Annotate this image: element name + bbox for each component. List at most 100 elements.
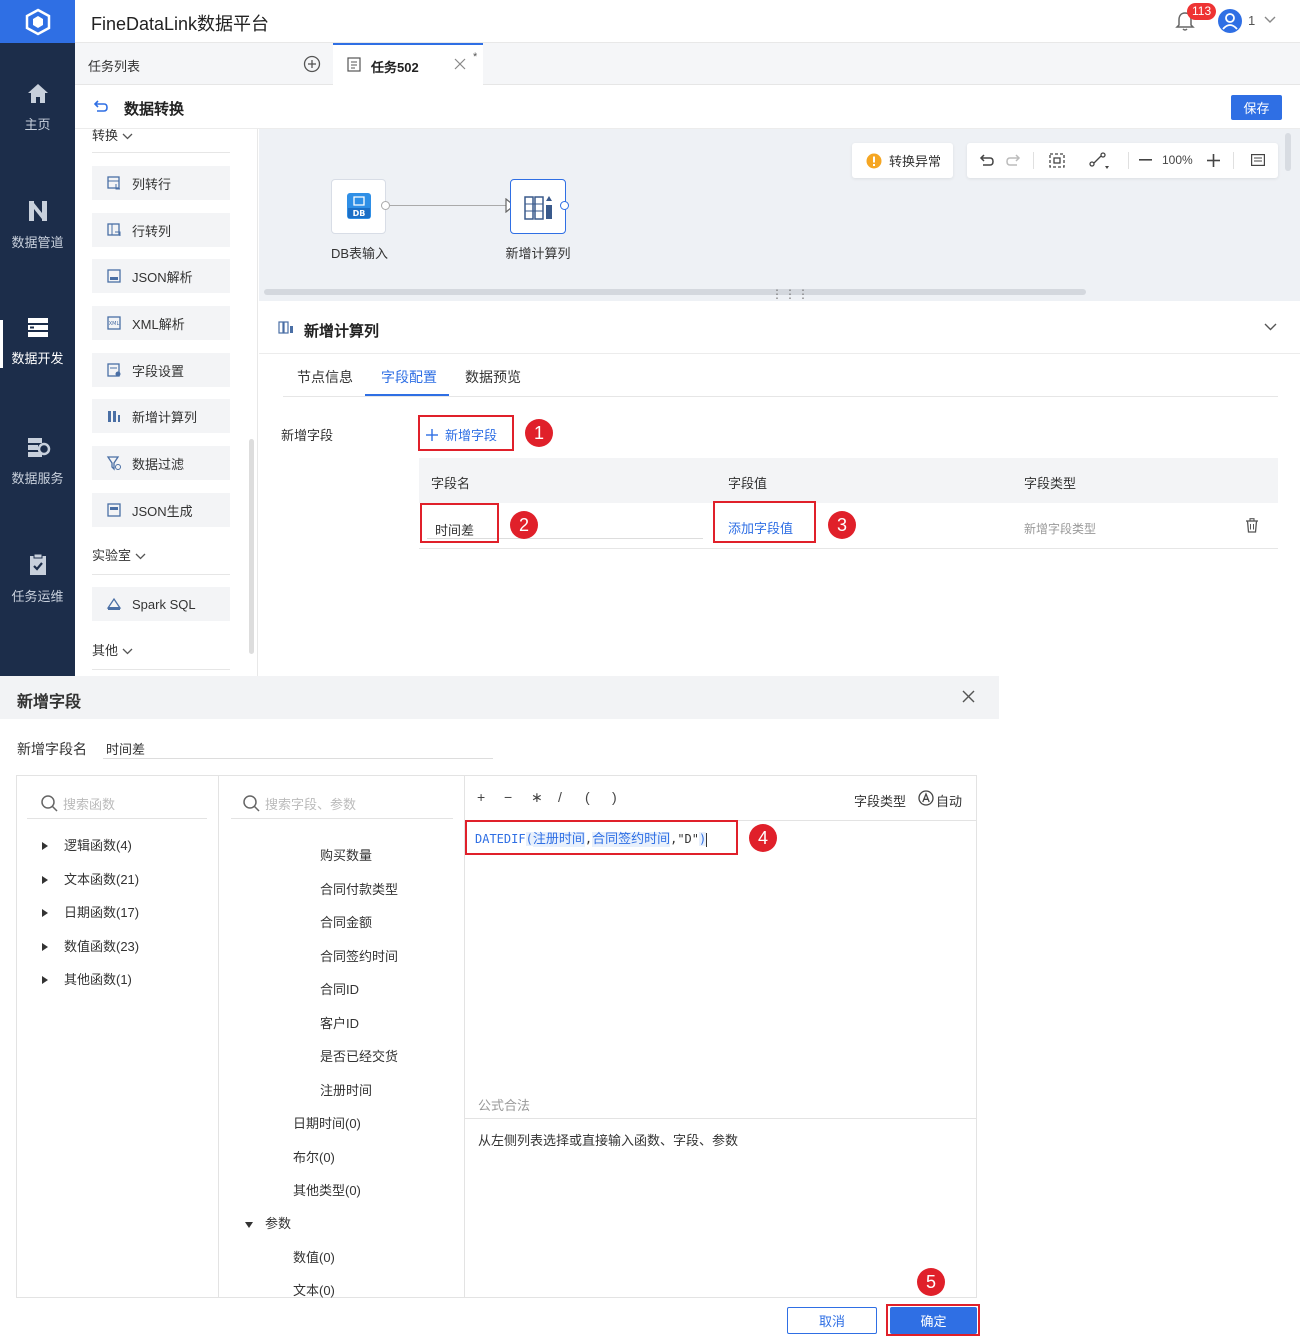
operator-item[interactable]: 列转行 bbox=[92, 166, 230, 200]
node-calc-column[interactable] bbox=[510, 179, 566, 234]
collapse-icon[interactable] bbox=[1264, 323, 1277, 331]
output-port[interactable] bbox=[560, 201, 569, 210]
field-item[interactable]: 合同签约时间 bbox=[320, 946, 398, 965]
app-logo[interactable] bbox=[0, 0, 75, 43]
operator-item[interactable]: 行转列 bbox=[92, 213, 230, 247]
divider bbox=[259, 353, 1300, 354]
operator-item[interactable]: Spark SQL bbox=[92, 587, 230, 621]
field-item[interactable]: 合同金额 bbox=[320, 912, 372, 931]
operator-button[interactable]: ) bbox=[612, 789, 617, 805]
annotation-badge: 2 bbox=[510, 511, 538, 539]
user-name: 1 bbox=[1248, 13, 1256, 28]
top-bar: FineDataLink数据平台 113 1 bbox=[75, 0, 1300, 43]
tab-data-preview[interactable]: 数据预览 bbox=[465, 367, 521, 387]
operator-item[interactable]: JSON解析 bbox=[92, 259, 230, 293]
column-header: 字段类型 bbox=[1024, 476, 1077, 491]
divider bbox=[92, 152, 230, 153]
layout-icon[interactable] bbox=[1089, 152, 1111, 170]
zoom-in-icon[interactable] bbox=[1207, 154, 1220, 167]
function-group[interactable]: 日期函数(17) bbox=[42, 902, 139, 921]
function-group[interactable]: 其他函数(1) bbox=[42, 969, 132, 988]
resize-handle-icon[interactable]: ⋮⋮⋮ bbox=[771, 288, 810, 300]
logo-icon bbox=[25, 8, 50, 35]
ops-icon bbox=[29, 553, 46, 575]
field-item[interactable]: 是否已经交货 bbox=[320, 1046, 398, 1065]
modified-mark: * bbox=[473, 51, 478, 63]
field-setting-icon bbox=[107, 363, 121, 377]
field-type-select[interactable]: 新增字段类型 bbox=[1024, 520, 1096, 537]
group-label: 转换 bbox=[92, 129, 119, 143]
horizontal-scrollbar[interactable] bbox=[264, 289, 1086, 295]
operator-item[interactable]: JSON生成 bbox=[92, 493, 230, 527]
close-icon[interactable] bbox=[962, 690, 975, 703]
redo-icon[interactable] bbox=[1005, 153, 1021, 167]
undo-icon[interactable] bbox=[979, 153, 995, 167]
formula-status: 公式合法 bbox=[478, 1098, 531, 1113]
field-item[interactable]: 客户ID bbox=[320, 1013, 359, 1032]
operator-item[interactable]: XML XML解析 bbox=[92, 306, 230, 340]
nav-item-ops[interactable]: 任务运维 bbox=[0, 552, 75, 662]
type-group[interactable]: 日期时间(0) bbox=[293, 1113, 361, 1132]
tab-node-info[interactable]: 节点信息 bbox=[297, 367, 353, 387]
operator-label: XML解析 bbox=[132, 316, 185, 332]
nav-item-service[interactable]: 数据服务 bbox=[0, 434, 75, 544]
field-item[interactable]: 合同ID bbox=[320, 979, 359, 998]
scrollbar[interactable] bbox=[1285, 133, 1291, 171]
field-item[interactable]: 购买数量 bbox=[320, 845, 372, 864]
warning-button[interactable]: 转换异常 bbox=[852, 143, 953, 178]
add-tab-icon[interactable] bbox=[303, 55, 321, 73]
trash-icon[interactable] bbox=[1245, 518, 1259, 533]
nav-item-home[interactable]: 主页 bbox=[0, 80, 75, 190]
nav-item-dev[interactable]: 数据开发 bbox=[0, 314, 75, 424]
close-icon[interactable] bbox=[454, 58, 466, 70]
field-name-input[interactable]: 时间差 bbox=[103, 734, 493, 759]
save-button[interactable]: 保存 bbox=[1231, 95, 1282, 120]
operator-button[interactable]: / bbox=[558, 789, 562, 805]
fit-view-icon[interactable] bbox=[1049, 153, 1065, 168]
cancel-button[interactable]: 取消 bbox=[787, 1307, 877, 1334]
page-title: 数据转换 bbox=[124, 101, 185, 118]
group-transform[interactable]: 转换 bbox=[92, 129, 133, 144]
field-search[interactable]: 搜索字段、参数 bbox=[231, 789, 453, 819]
scrollbar[interactable] bbox=[249, 439, 254, 654]
output-port[interactable] bbox=[381, 201, 390, 210]
operator-item[interactable]: 字段设置 bbox=[92, 353, 230, 387]
type-group[interactable]: 布尔(0) bbox=[293, 1147, 335, 1166]
divider bbox=[283, 396, 1278, 397]
function-group[interactable]: 数值函数(23) bbox=[42, 936, 139, 955]
auto-type-icon[interactable] bbox=[918, 790, 934, 806]
tab-task502[interactable]: 任务502 * bbox=[333, 43, 483, 85]
nav-item-pipeline[interactable]: 数据管道 bbox=[0, 198, 75, 308]
function-group[interactable]: 逻辑函数(4) bbox=[42, 835, 132, 854]
avatar[interactable] bbox=[1218, 9, 1242, 33]
operator-item[interactable]: 新增计算列 bbox=[92, 399, 230, 433]
operator-item[interactable]: 数据过滤 bbox=[92, 446, 230, 480]
task-icon bbox=[347, 57, 361, 72]
annotation-badge: 5 bbox=[917, 1268, 945, 1296]
param-item[interactable]: 数值(0) bbox=[293, 1247, 335, 1266]
group-other[interactable]: 其他 bbox=[92, 640, 133, 659]
group-lab[interactable]: 实验室 bbox=[92, 545, 146, 564]
chevron-down-icon[interactable] bbox=[1264, 16, 1276, 24]
side-nav: 主页 数据管道 数据开发 数据服务 任务运维 bbox=[0, 0, 75, 676]
field-item[interactable]: 注册时间 bbox=[320, 1080, 372, 1099]
tab-task-list[interactable]: 任务列表 bbox=[88, 56, 140, 75]
type-group[interactable]: 其他类型(0) bbox=[293, 1180, 361, 1199]
tab-field-config[interactable]: 字段配置 bbox=[381, 367, 437, 387]
flow-canvas[interactable]: 转换异常 100% DB DB表输入 新增计算列 ⋮⋮⋮ bbox=[259, 129, 1300, 301]
zoom-out-icon[interactable] bbox=[1139, 159, 1152, 161]
warning-label: 转换异常 bbox=[889, 154, 942, 169]
keyboard-icon[interactable] bbox=[1251, 154, 1265, 166]
param-item[interactable]: 文本(0) bbox=[293, 1280, 335, 1299]
param-group[interactable]: 参数 bbox=[245, 1213, 291, 1232]
operator-button[interactable]: − bbox=[504, 789, 512, 805]
node-db-input[interactable]: DB bbox=[331, 179, 386, 234]
function-search[interactable]: 搜索函数 bbox=[27, 789, 207, 819]
field-item[interactable]: 合同付款类型 bbox=[320, 879, 398, 898]
operator-button[interactable]: ( bbox=[585, 789, 590, 805]
back-icon[interactable] bbox=[93, 99, 109, 113]
function-group[interactable]: 文本函数(21) bbox=[42, 869, 139, 888]
field-type-value[interactable]: 自动 bbox=[936, 791, 962, 810]
operator-button[interactable]: + bbox=[477, 789, 485, 805]
operator-button[interactable]: ∗ bbox=[531, 789, 543, 806]
